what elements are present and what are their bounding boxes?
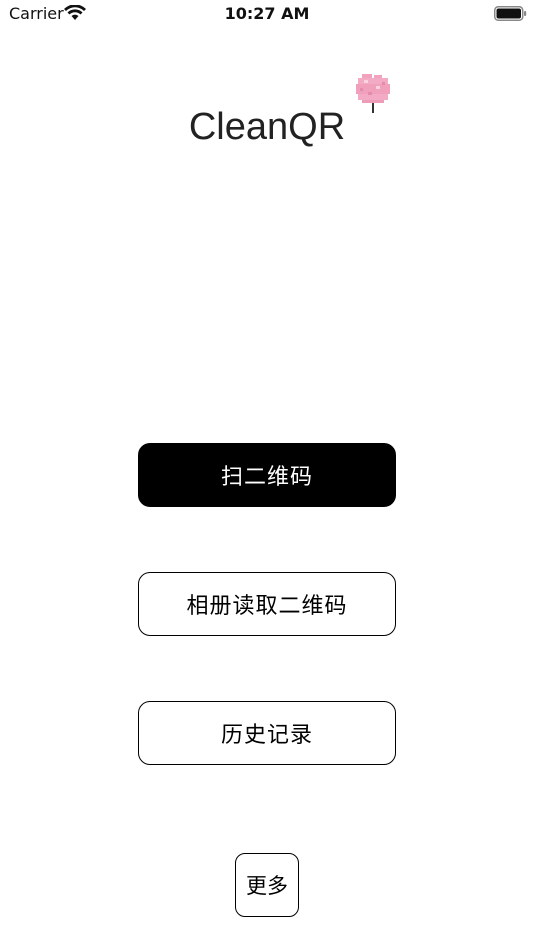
- more-label: 更多: [246, 874, 288, 898]
- more-button[interactable]: 更多: [235, 853, 299, 917]
- album-qr-button[interactable]: 相册读取二维码: [138, 572, 396, 636]
- album-qr-label: 相册读取二维码: [186, 594, 348, 619]
- home-screen: Carrier 10:27 AM CleanQR 扫二维码 相册读取二维码 历史…: [0, 0, 534, 950]
- cotton-candy-icon: [356, 74, 390, 113]
- history-button[interactable]: 历史记录: [138, 701, 396, 765]
- scan-qr-button[interactable]: 扫二维码: [138, 443, 396, 507]
- scan-qr-label: 扫二维码: [220, 465, 313, 490]
- clock: 10:27 AM: [224, 4, 310, 23]
- battery-icon: [494, 6, 527, 21]
- history-label: 历史记录: [220, 723, 313, 748]
- status-bar: Carrier 10:27 AM: [0, 0, 534, 28]
- app-title: CleanQR: [188, 106, 346, 148]
